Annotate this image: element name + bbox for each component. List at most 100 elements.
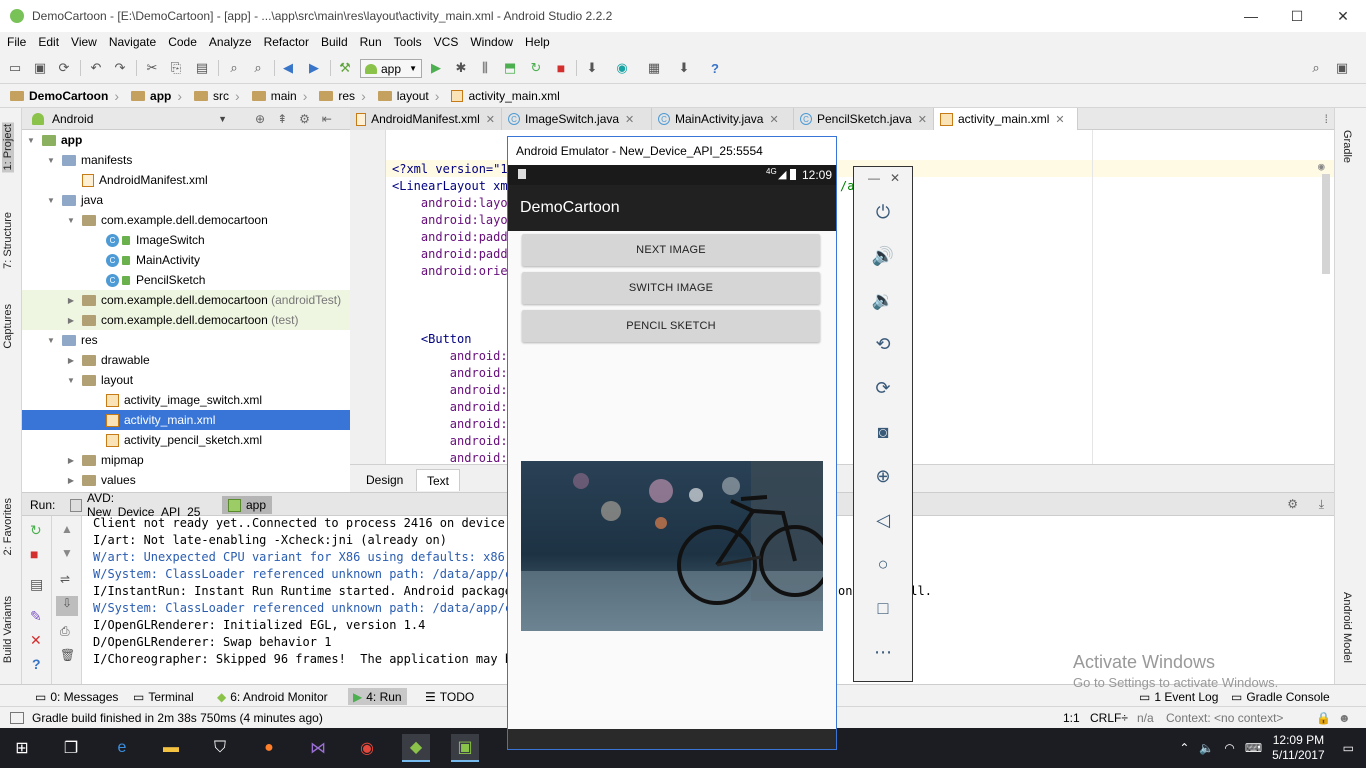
project-structure-icon[interactable]: ▦ bbox=[646, 60, 662, 76]
tree-item-layout[interactable]: ▼ layout bbox=[22, 370, 350, 390]
apply-changes-icon[interactable]: ↻ bbox=[528, 60, 544, 76]
tab-androidmanifest[interactable]: AndroidManifest.xml ✕ bbox=[350, 108, 502, 130]
editor-scrollbar[interactable] bbox=[1322, 174, 1330, 274]
tab-terminal[interactable]: ▭ Terminal bbox=[128, 688, 199, 705]
run-tab-avd[interactable]: AVD: New_Device_API_25 bbox=[64, 491, 224, 519]
layout-icon[interactable]: ▤ bbox=[30, 576, 43, 593]
tree-item-package[interactable]: ▼ com.example.dell.democartoon bbox=[22, 210, 350, 230]
line-separator[interactable]: CRLF÷ bbox=[1090, 711, 1128, 725]
collapse-all-icon[interactable]: ⇞ bbox=[277, 112, 287, 126]
visual-studio-icon[interactable]: ⋈ bbox=[304, 734, 332, 762]
tree-item-res[interactable]: ▼ res bbox=[22, 330, 350, 350]
close-tab-icon[interactable]: ✕ bbox=[918, 113, 927, 126]
project-tool-tab[interactable]: 1: Project bbox=[2, 122, 14, 173]
close-button[interactable]: ✕ bbox=[1320, 0, 1366, 32]
breadcrumb-project[interactable]: DemoCartoon bbox=[6, 88, 127, 104]
home-nav-icon[interactable]: ○ bbox=[868, 549, 898, 579]
paste-icon[interactable]: ▤ bbox=[194, 60, 210, 76]
tab-todo[interactable]: ☰ TODO bbox=[420, 688, 479, 705]
android-studio-taskbar-icon[interactable]: ◆ bbox=[402, 734, 430, 762]
back-nav-icon[interactable]: ◁ bbox=[868, 505, 898, 535]
edge-browser-icon[interactable]: e bbox=[108, 734, 136, 762]
copy-icon[interactable]: ⎘ bbox=[168, 60, 184, 76]
run-icon[interactable]: ▶ bbox=[428, 60, 444, 76]
find-icon[interactable]: ⌕ bbox=[226, 60, 242, 76]
status-toggle-icon[interactable] bbox=[10, 711, 24, 724]
favorites-tool-tab[interactable]: 2: Favorites bbox=[2, 498, 14, 555]
overview-nav-icon[interactable]: □ bbox=[868, 593, 898, 623]
tree-item-package-test[interactable]: ▶ com.example.dell.democartoon (test) bbox=[22, 310, 350, 330]
zoom-icon[interactable]: ⊕ bbox=[868, 461, 898, 491]
tree-item-activity-main[interactable]: activity_main.xml bbox=[22, 410, 350, 430]
minimize-emulator-icon[interactable]: — bbox=[868, 171, 880, 185]
file-encoding[interactable]: n/a bbox=[1137, 711, 1154, 725]
soft-wrap-icon[interactable]: ⇌ bbox=[60, 572, 70, 586]
replace-icon[interactable]: ⌕ bbox=[250, 60, 266, 76]
breadcrumb-src[interactable]: src bbox=[190, 88, 248, 104]
scroll-from-source-icon[interactable]: ⊕ bbox=[255, 112, 265, 126]
scroll-to-end-icon[interactable]: ⇩ bbox=[56, 596, 78, 616]
cut-icon[interactable]: ✂ bbox=[144, 60, 160, 76]
close-tab-icon[interactable]: ✕ bbox=[1055, 113, 1064, 126]
lock-icon[interactable]: 🔒 bbox=[1316, 711, 1331, 725]
tab-mainactivity[interactable]: C MainActivity.java ✕ bbox=[652, 108, 794, 130]
keyboard-icon[interactable]: ⌨ bbox=[1245, 741, 1262, 755]
tree-item-package-androidtest[interactable]: ▶ com.example.dell.democartoon (androidTe… bbox=[22, 290, 350, 310]
menu-tools[interactable]: Tools bbox=[387, 35, 427, 49]
volume-up-icon[interactable]: 🔊 bbox=[868, 241, 898, 271]
pin-icon[interactable]: ✎ bbox=[30, 608, 42, 625]
tab-pencilsketch[interactable]: C PencilSketch.java ✕ bbox=[794, 108, 934, 130]
switch-image-button[interactable]: SWITCH IMAGE bbox=[522, 272, 820, 304]
menu-view[interactable]: View bbox=[64, 35, 102, 49]
minimize-button[interactable]: — bbox=[1228, 0, 1274, 32]
save-icon[interactable]: ▣ bbox=[32, 60, 48, 76]
build-variants-tool-tab[interactable]: Build Variants bbox=[2, 596, 14, 663]
store-icon[interactable]: ⛉ bbox=[206, 734, 234, 762]
windows-start-icon[interactable]: ⊞ bbox=[8, 734, 36, 762]
run-config-select[interactable]: app ▼ bbox=[360, 59, 422, 78]
menu-code[interactable]: Code bbox=[161, 35, 202, 49]
tree-item-activity-pencil-sketch[interactable]: activity_pencil_sketch.xml bbox=[22, 430, 350, 450]
project-view-selector[interactable]: Android ▼ bbox=[22, 112, 227, 126]
clock[interactable]: 12:09 PM 5/11/2017 bbox=[1272, 733, 1325, 763]
event-icon[interactable]: ▣ bbox=[1334, 60, 1350, 76]
tree-item-mainactivity[interactable]: C MainActivity bbox=[22, 250, 350, 270]
volume-down-icon[interactable]: 🔉 bbox=[868, 285, 898, 315]
android-device-monitor-icon[interactable]: ⬇ bbox=[676, 60, 692, 76]
scroll-up-icon[interactable]: ▲ bbox=[61, 522, 73, 536]
breadcrumb-main[interactable]: main bbox=[248, 88, 316, 104]
close-tab-icon[interactable]: ✕ bbox=[625, 113, 634, 126]
breadcrumb-layout[interactable]: layout bbox=[374, 88, 448, 104]
captures-tool-tab[interactable]: Captures bbox=[2, 304, 14, 349]
camera-icon[interactable]: ◙ bbox=[868, 417, 898, 447]
file-explorer-icon[interactable]: ▬ bbox=[157, 734, 185, 762]
tab-design[interactable]: Design bbox=[356, 469, 413, 491]
rotate-left-icon[interactable]: ⟲ bbox=[868, 329, 898, 359]
scroll-down-icon[interactable]: ▼ bbox=[61, 546, 73, 560]
tree-item-drawable[interactable]: ▶ drawable bbox=[22, 350, 350, 370]
structure-tool-tab[interactable]: 7: Structure bbox=[2, 212, 14, 269]
show-hidden-icons-icon[interactable]: ⌃ bbox=[1179, 741, 1189, 755]
tree-item-activity-image-switch[interactable]: activity_image_switch.xml bbox=[22, 390, 350, 410]
tree-item-values[interactable]: ▶ values bbox=[22, 470, 350, 490]
forward-icon[interactable]: ▶ bbox=[306, 60, 322, 76]
menu-window[interactable]: Window bbox=[463, 35, 518, 49]
rerun-icon[interactable]: ↻ bbox=[30, 522, 42, 539]
tree-item-java[interactable]: ▼ java bbox=[22, 190, 350, 210]
tab-run[interactable]: ▶ 4: Run bbox=[348, 688, 407, 705]
tab-android-monitor[interactable]: ◆ 6: Android Monitor bbox=[212, 688, 333, 705]
breadcrumb-file[interactable]: activity_main.xml bbox=[447, 89, 573, 103]
print-icon[interactable]: ⎙ bbox=[60, 624, 70, 639]
help-icon[interactable]: ? bbox=[32, 656, 41, 672]
run-settings-gear-icon[interactable]: ⚙ bbox=[1287, 497, 1298, 511]
run-tab-app[interactable]: app bbox=[222, 496, 273, 514]
android-model-tool-tab[interactable]: Android Model bbox=[1341, 592, 1353, 663]
tab-messages[interactable]: ▭ 0: Messages bbox=[30, 688, 123, 705]
maximize-button[interactable]: ☐ bbox=[1274, 0, 1320, 32]
action-center-icon[interactable]: ▭ bbox=[1343, 741, 1354, 755]
volume-icon[interactable]: 🔈 bbox=[1199, 741, 1214, 755]
rotate-right-icon[interactable]: ⟳ bbox=[868, 373, 898, 403]
sync-icon[interactable]: ⟳ bbox=[56, 60, 72, 76]
back-icon[interactable]: ◀ bbox=[280, 60, 296, 76]
help-icon[interactable]: ? bbox=[707, 60, 723, 76]
